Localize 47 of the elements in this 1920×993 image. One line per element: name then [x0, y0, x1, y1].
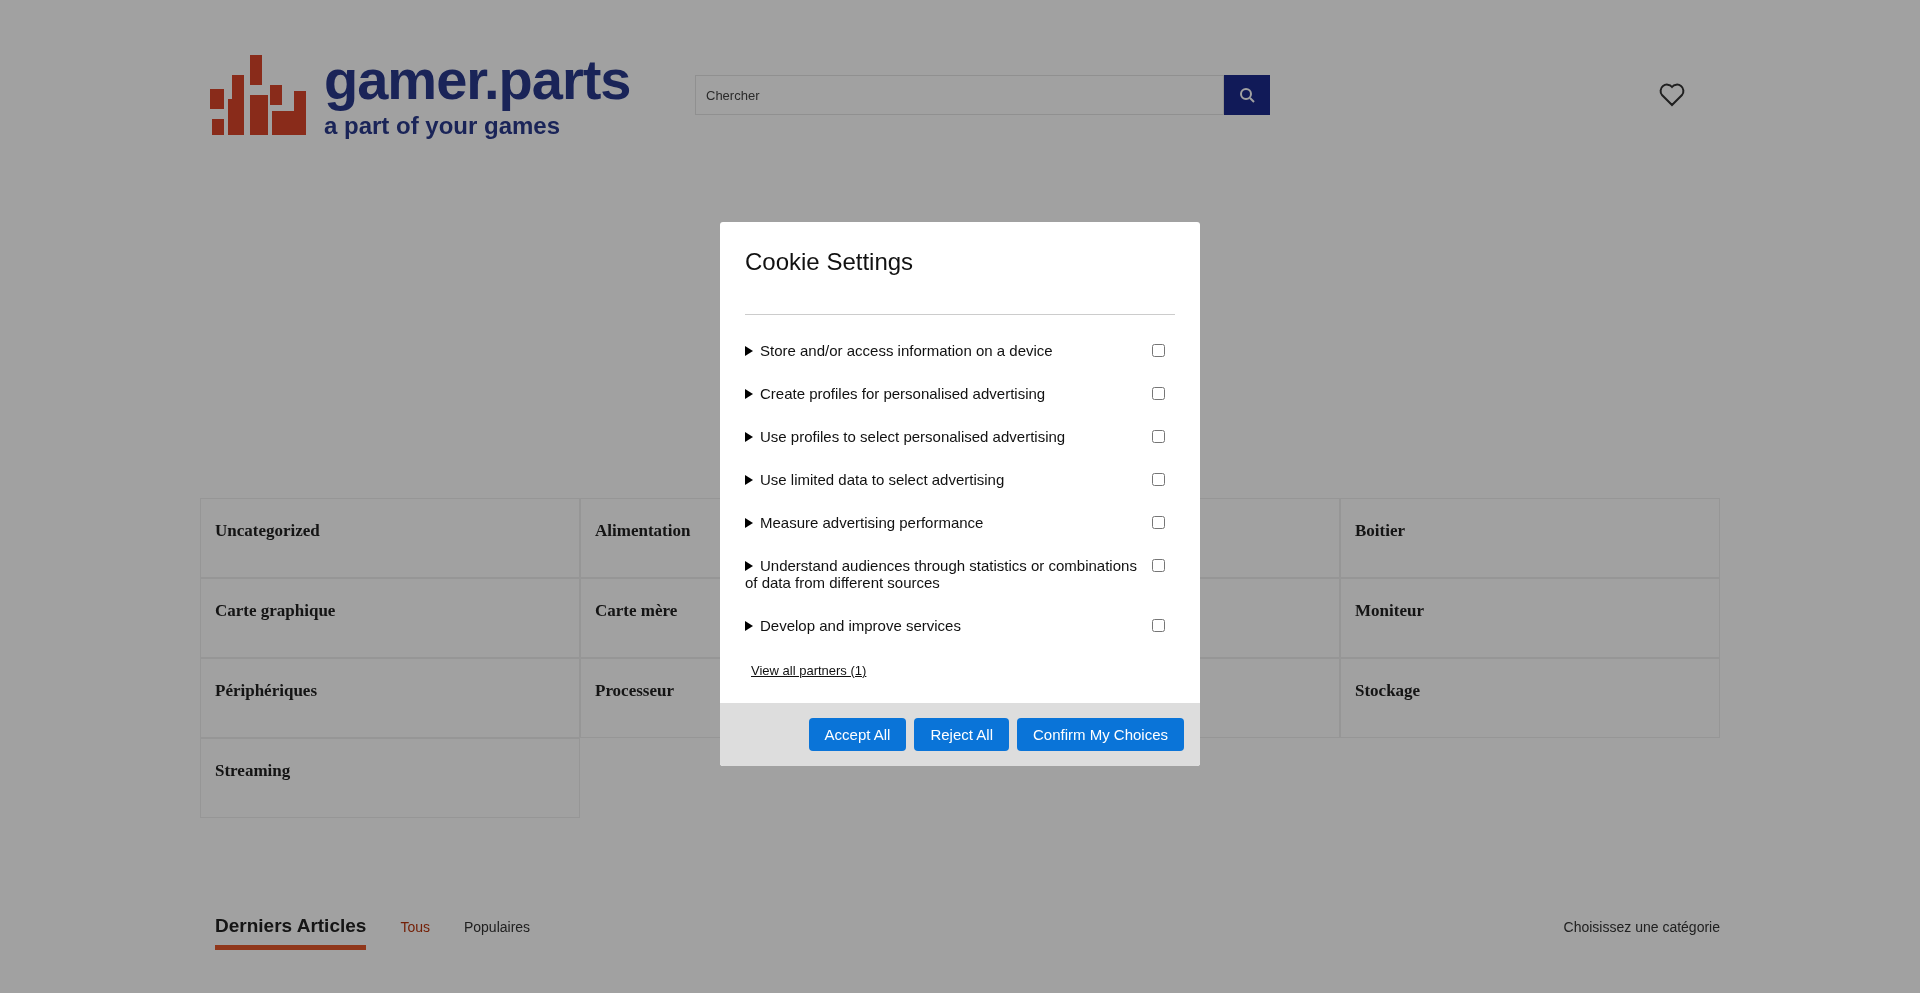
purpose-summary[interactable]: Create profiles for personalised advertising	[745, 385, 1145, 402]
category-title[interactable]: Carte mère	[595, 601, 678, 620]
purpose-checkbox[interactable]	[1152, 344, 1165, 357]
heart-icon[interactable]	[1659, 83, 1685, 107]
purpose-summary[interactable]: Understand audiences through statistics or combinations of data from different sources	[745, 557, 1145, 591]
purpose-checkbox[interactable]	[1152, 387, 1165, 400]
category-title[interactable]: Périphériques	[215, 681, 317, 700]
category-card[interactable]: Boitier	[1340, 498, 1720, 578]
logo-tagline: a part of your games	[324, 112, 562, 140]
dialog-button[interactable]: Reject All	[914, 718, 1009, 751]
category-title[interactable]: Carte graphique	[215, 601, 336, 620]
purpose-summary[interactable]: Use profiles to select personalised advertising	[745, 428, 1145, 445]
dialog-title: Cookie Settings	[745, 248, 915, 276]
purpose-summary[interactable]: Use limited data to select advertising	[745, 471, 1145, 488]
category-title[interactable]: Processeur	[595, 681, 674, 700]
category-card[interactable]: Streaming	[200, 738, 580, 818]
purpose-checkbox[interactable]	[1152, 619, 1165, 632]
purpose-summary[interactable]: Measure advertising performance	[745, 514, 1145, 531]
section-heading: Derniers Articles	[215, 915, 367, 950]
category-title[interactable]: Alimentation	[595, 521, 691, 540]
dialog-button[interactable]: Confirm My Choices	[1016, 718, 1184, 751]
category-card[interactable]: Périphériques	[200, 658, 580, 738]
category-card[interactable]: Carte graphique	[200, 578, 580, 658]
purpose-checkbox[interactable]	[1152, 430, 1165, 443]
filter-tab[interactable]: Populaires	[463, 918, 531, 935]
category-card[interactable]: Moniteur	[1340, 578, 1720, 658]
logo-name: gamer.parts	[324, 50, 631, 110]
search-field[interactable]: Chercher	[695, 75, 1224, 115]
logo-icon	[210, 55, 306, 135]
category-title[interactable]: Boitier	[1355, 521, 1406, 540]
search-button[interactable]	[1224, 75, 1270, 115]
dialog-button[interactable]: Accept All	[808, 718, 907, 751]
purpose-checkbox[interactable]	[1152, 559, 1165, 572]
category-card[interactable]: Stockage	[1340, 658, 1720, 738]
category-title[interactable]: Stockage	[1355, 681, 1421, 700]
category-card[interactable]: Uncategorized	[200, 498, 580, 578]
purpose-summary[interactable]: Store and/or access information on a device	[745, 342, 1145, 359]
purpose-summary[interactable]: Develop and improve services	[745, 617, 1145, 634]
category-select[interactable]: Choisissez une catégorie	[1563, 918, 1720, 935]
search-icon	[1239, 87, 1255, 103]
filter-tab[interactable]: Tous	[400, 918, 430, 935]
category-title[interactable]: Moniteur	[1355, 601, 1424, 620]
purpose-checkbox[interactable]	[1152, 473, 1165, 486]
purpose-checkbox[interactable]	[1152, 516, 1165, 529]
category-title[interactable]: Streaming	[215, 761, 291, 780]
partners-link[interactable]: View all partners (1)	[751, 663, 867, 678]
category-title[interactable]: Uncategorized	[215, 521, 320, 540]
